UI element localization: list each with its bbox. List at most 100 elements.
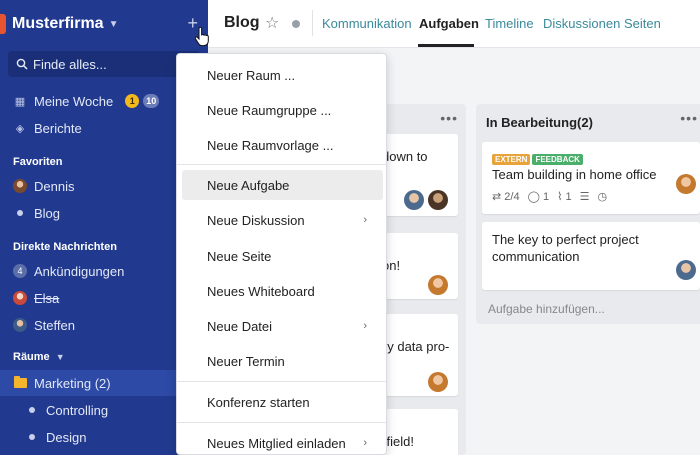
menu-item-new-room-template[interactable]: Neue Raumvorlage ... [182, 130, 383, 160]
active-tab-indicator [418, 44, 474, 47]
search-placeholder: Finde alles... [33, 56, 107, 72]
notification-badge: 1 [125, 94, 140, 108]
avatar [13, 291, 27, 305]
list-icon: ☰ [579, 191, 590, 203]
clock-icon: ◷ [597, 191, 608, 203]
chevron-right-icon: › [363, 437, 367, 449]
menu-item-new-appointment[interactable]: Neuer Termin [182, 346, 383, 376]
tab-timeline[interactable]: Timeline [485, 16, 534, 31]
card-title: Team building in home office [492, 167, 657, 182]
comments-meta: ◯ 1 [528, 190, 550, 203]
dot-icon-wrap [25, 403, 39, 417]
tab-seiten[interactable]: Seiten [624, 16, 661, 31]
avatar [428, 372, 448, 392]
subtasks-meta: ⇄ 2/4 [492, 190, 520, 203]
task-column-in-progress: In Bearbeitung(2) ••• EXTERN FEEDBACK Tea… [476, 104, 700, 324]
attachments-count: 1 [565, 191, 572, 203]
avatar [13, 179, 27, 193]
menu-item-start-conference[interactable]: Konferenz starten [182, 387, 383, 417]
menu-item-new-file[interactable]: Neue Datei › [182, 311, 383, 341]
avatar [13, 318, 27, 332]
chevron-down-icon: ▼ [55, 352, 65, 362]
sidebar-item-label: Marketing (2) [34, 375, 111, 391]
avatar [428, 190, 448, 210]
comments-count: 1 [542, 191, 550, 203]
menu-item-label: Neue Seite [207, 248, 272, 264]
menu-item-label: Neues Whiteboard [207, 283, 315, 299]
count-badge: 10 [143, 94, 160, 108]
sidebar-item-label: Controlling [46, 402, 109, 418]
direct-messages-heading: Direkte Nachrichten [13, 241, 117, 253]
favorites-heading: Favoriten [13, 156, 63, 168]
card-title: down to [382, 149, 428, 164]
menu-item-label: Neues Mitglied einladen [207, 435, 346, 451]
menu-divider [177, 381, 386, 382]
more-icon[interactable]: ••• [440, 110, 458, 126]
star-icon[interactable]: ☆ [265, 13, 279, 33]
menu-item-label: Neue Diskussion [207, 212, 305, 228]
search-input[interactable]: Finde alles... [8, 51, 200, 77]
menu-item-label: Konferenz starten [207, 394, 310, 410]
folder-icon [13, 376, 27, 388]
menu-item-new-page[interactable]: Neue Seite [182, 241, 383, 271]
menu-item-label: Neue Datei [207, 318, 273, 334]
chevron-down-icon: ▼ [108, 18, 119, 30]
rooms-heading-label: Räume [13, 351, 50, 363]
divider [312, 10, 313, 36]
menu-item-new-room[interactable]: Neuer Raum ... [182, 60, 383, 90]
chevron-right-icon: › [363, 214, 367, 226]
paperclip-icon: ⌇ [557, 191, 563, 203]
dot-icon-wrap [13, 206, 27, 220]
status-dot[interactable] [292, 20, 300, 28]
task-card[interactable]: The key to perfect project communication [482, 222, 700, 290]
avatar-wrap [13, 291, 27, 305]
avatar-wrap [13, 318, 27, 332]
menu-item-label: Neue Aufgabe [207, 177, 290, 193]
folder-icon-wrap [13, 376, 27, 390]
avatar [428, 275, 448, 295]
tab-kommunikation[interactable]: Kommunikation [322, 16, 412, 31]
sidebar-item-label: Meine Woche [34, 93, 114, 109]
task-card[interactable]: EXTERN FEEDBACK Team building in home off… [482, 142, 700, 214]
avatar-wrap [13, 179, 27, 193]
calendar-icon: ▦ [14, 95, 26, 108]
menu-divider [177, 422, 386, 423]
menu-item-label: Neue Raumgruppe ... [207, 102, 332, 118]
dot-icon [29, 434, 35, 440]
card-meta: ⇄ 2/4 ◯ 1 ⌇ 1 ☰ ◷ [492, 190, 607, 203]
menu-item-label: Neue Raumvorlage ... [207, 137, 334, 153]
menu-item-new-discussion[interactable]: Neue Diskussion › [182, 205, 383, 235]
menu-item-invite-member[interactable]: Neues Mitglied einladen › [182, 428, 383, 454]
brand-logo [0, 14, 6, 34]
subtasks-count: 2/4 [504, 191, 520, 203]
dot-icon [29, 407, 35, 413]
sidebar-item-label: Ankündigungen [34, 263, 125, 279]
tab-diskussionen[interactable]: Diskussionen [543, 16, 620, 31]
menu-item-label: Neuer Termin [207, 353, 285, 369]
sidebar-item-label: Blog [34, 205, 61, 221]
card-title: The key to perfect project communication [492, 232, 639, 264]
sidebar-item-label: Steffen [34, 317, 75, 333]
column-title: In Bearbeitung(2) [486, 115, 593, 130]
workspace-name: Musterfirma [12, 15, 104, 32]
member-count-badge: 4 [13, 264, 27, 278]
page-title: Blog [224, 14, 260, 31]
menu-item-new-whiteboard[interactable]: Neues Whiteboard [182, 276, 383, 306]
workspace-switcher[interactable]: Musterfirma ▼ + [0, 6, 208, 42]
dot-icon-wrap [25, 430, 39, 444]
count-wrap: 4 [13, 264, 27, 278]
hand-cursor-icon [194, 27, 209, 47]
chevron-right-icon: › [363, 320, 367, 332]
avatar [676, 174, 696, 194]
avatar [404, 190, 424, 210]
tag-extern: EXTERN [492, 154, 531, 165]
tab-aufgaben[interactable]: Aufgaben [419, 16, 479, 31]
more-icon[interactable]: ••• [680, 110, 698, 126]
menu-item-new-task[interactable]: Neue Aufgabe [182, 170, 383, 200]
card-title: ey data pro- [380, 339, 450, 354]
rooms-heading[interactable]: Räume ▼ [13, 351, 65, 363]
add-task-button[interactable]: Aufgabe hinzufügen... [488, 302, 605, 316]
menu-item-new-room-group[interactable]: Neue Raumgruppe ... [182, 95, 383, 125]
sidebar-item-label: Dennis [34, 178, 75, 194]
subtasks-icon: ⇄ [492, 191, 502, 203]
